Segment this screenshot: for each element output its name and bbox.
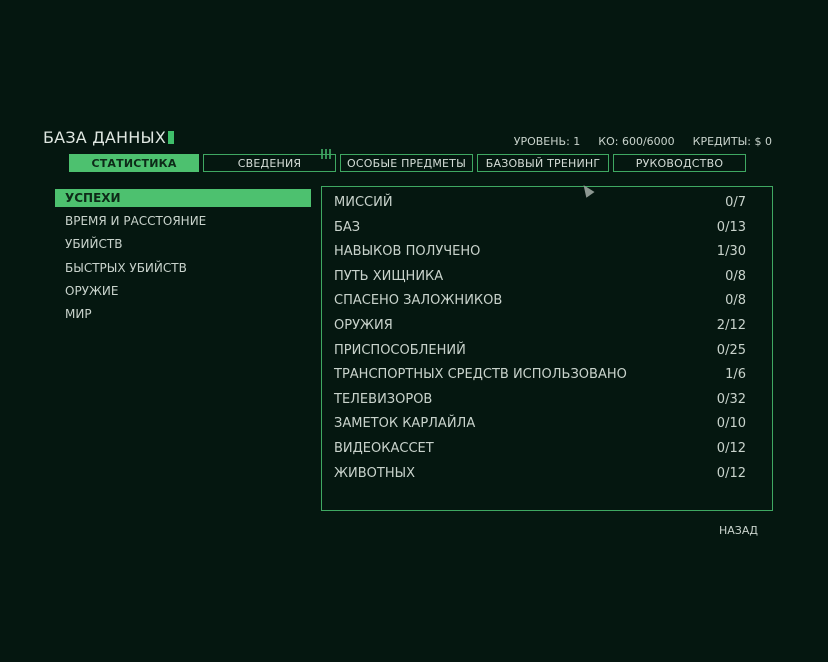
- stat-label: ОРУЖИЯ: [334, 318, 393, 333]
- stat-row: СПАСЕНО ЗАЛОЖНИКОВ 0/8: [334, 293, 746, 308]
- stat-row: МИССИЙ 0/7: [334, 195, 746, 210]
- stat-row: ОРУЖИЯ 2/12: [334, 318, 746, 333]
- sidebar-item-time-distance[interactable]: ВРЕМЯ И РАССТОЯНИЕ: [55, 212, 311, 230]
- stat-label: ЗАМЕТОК КАРЛАЙЛА: [334, 416, 476, 432]
- stat-label: ВИДЕОКАССЕТ: [334, 441, 434, 456]
- stat-label: ЖИВОТНЫХ: [334, 465, 415, 481]
- tab-bar: СТАТИСТИКА СВЕДЕНИЯ ОСОБЫЕ ПРЕДМЕТЫ БАЗО…: [69, 154, 746, 172]
- stat-row: ПУТЬ ХИЩНИКА 0/8: [334, 269, 746, 284]
- credits-readout: КРЕДИТЫ: $ 0: [692, 135, 772, 148]
- stat-label: НАВЫКОВ ПОЛУЧЕНО: [334, 244, 481, 260]
- stats-panel: МИССИЙ 0/7 БАЗ 0/13 НАВЫКОВ ПОЛУЧЕНО 1/3…: [321, 186, 773, 511]
- stat-label: ПУТЬ ХИЩНИКА: [334, 268, 444, 284]
- stat-value: 0/25: [716, 342, 746, 358]
- tab-basic-training[interactable]: БАЗОВЫЙ ТРЕНИНГ: [477, 154, 609, 172]
- stat-row: БАЗ 0/13: [334, 220, 746, 235]
- category-sidebar: УСПЕХИ ВРЕМЯ И РАССТОЯНИЕ УБИЙСТВ БЫСТРЫ…: [55, 189, 311, 328]
- text-cursor-icon: [168, 131, 174, 144]
- stat-label: ПРИСПОСОБЛЕНИЙ: [334, 342, 466, 358]
- stat-row: ТЕЛЕВИЗОРОВ 0/32: [334, 392, 746, 407]
- level-readout: УРОВЕНЬ: 1: [513, 135, 581, 148]
- page-title: БАЗА ДАННЫХ: [43, 128, 174, 147]
- stat-value: 2/12: [716, 318, 746, 333]
- tab-special-items[interactable]: ОСОБЫЕ ПРЕДМЕТЫ: [340, 154, 473, 172]
- player-stats-bar: УРОВЕНЬ: 1 КО: 600/6000 КРЕДИТЫ: $ 0: [514, 135, 772, 148]
- sidebar-item-world[interactable]: МИР: [55, 305, 311, 323]
- ko-readout: КО: 600/6000: [598, 135, 675, 148]
- stat-row: ВИДЕОКАССЕТ 0/12: [334, 441, 746, 456]
- stat-value: 0/12: [716, 441, 746, 456]
- stat-value: 0/13: [716, 219, 746, 235]
- stat-label: МИССИЙ: [334, 195, 393, 210]
- sidebar-item-kills[interactable]: УБИЙСТВ: [55, 235, 311, 253]
- stat-value: 0/8: [725, 293, 746, 309]
- stat-row: ПРИСПОСОБЛЕНИЙ 0/25: [334, 343, 746, 358]
- stat-value: 0/7: [725, 195, 746, 210]
- stat-row: ТРАНСПОРТНЫХ СРЕДСТВ ИСПОЛЬЗОВАНО 1/6: [334, 367, 746, 382]
- stat-row: ЗАМЕТОК КАРЛАЙЛА 0/10: [334, 416, 746, 431]
- stat-value: 0/10: [716, 416, 746, 432]
- stat-value: 0/12: [716, 465, 746, 481]
- stat-value: 0/8: [725, 268, 746, 284]
- stat-label: ТЕЛЕВИЗОРОВ: [334, 391, 433, 407]
- tab-intel[interactable]: СВЕДЕНИЯ: [203, 154, 336, 172]
- sidebar-item-weapons[interactable]: ОРУЖИЕ: [55, 282, 311, 300]
- stat-value: 1/6: [725, 367, 746, 383]
- page-title-text: БАЗА ДАННЫХ: [43, 128, 166, 147]
- stat-label: ТРАНСПОРТНЫХ СРЕДСТВ ИСПОЛЬЗОВАНО: [334, 367, 627, 383]
- stat-row: ЖИВОТНЫХ 0/12: [334, 466, 746, 481]
- tab-manual[interactable]: РУКОВОДСТВО: [613, 154, 746, 172]
- stat-label: БАЗ: [334, 219, 361, 235]
- sidebar-item-achievements[interactable]: УСПЕХИ: [55, 189, 311, 207]
- back-button[interactable]: НАЗАД: [719, 524, 758, 537]
- tab-statistics[interactable]: СТАТИСТИКА: [69, 154, 199, 172]
- stat-value: 0/32: [716, 391, 746, 407]
- stat-value: 1/30: [716, 244, 746, 260]
- stat-row: НАВЫКОВ ПОЛУЧЕНО 1/30: [334, 244, 746, 259]
- sidebar-item-quick-kills[interactable]: БЫСТРЫХ УБИЙСТВ: [55, 259, 311, 277]
- stat-label: СПАСЕНО ЗАЛОЖНИКОВ: [334, 293, 503, 309]
